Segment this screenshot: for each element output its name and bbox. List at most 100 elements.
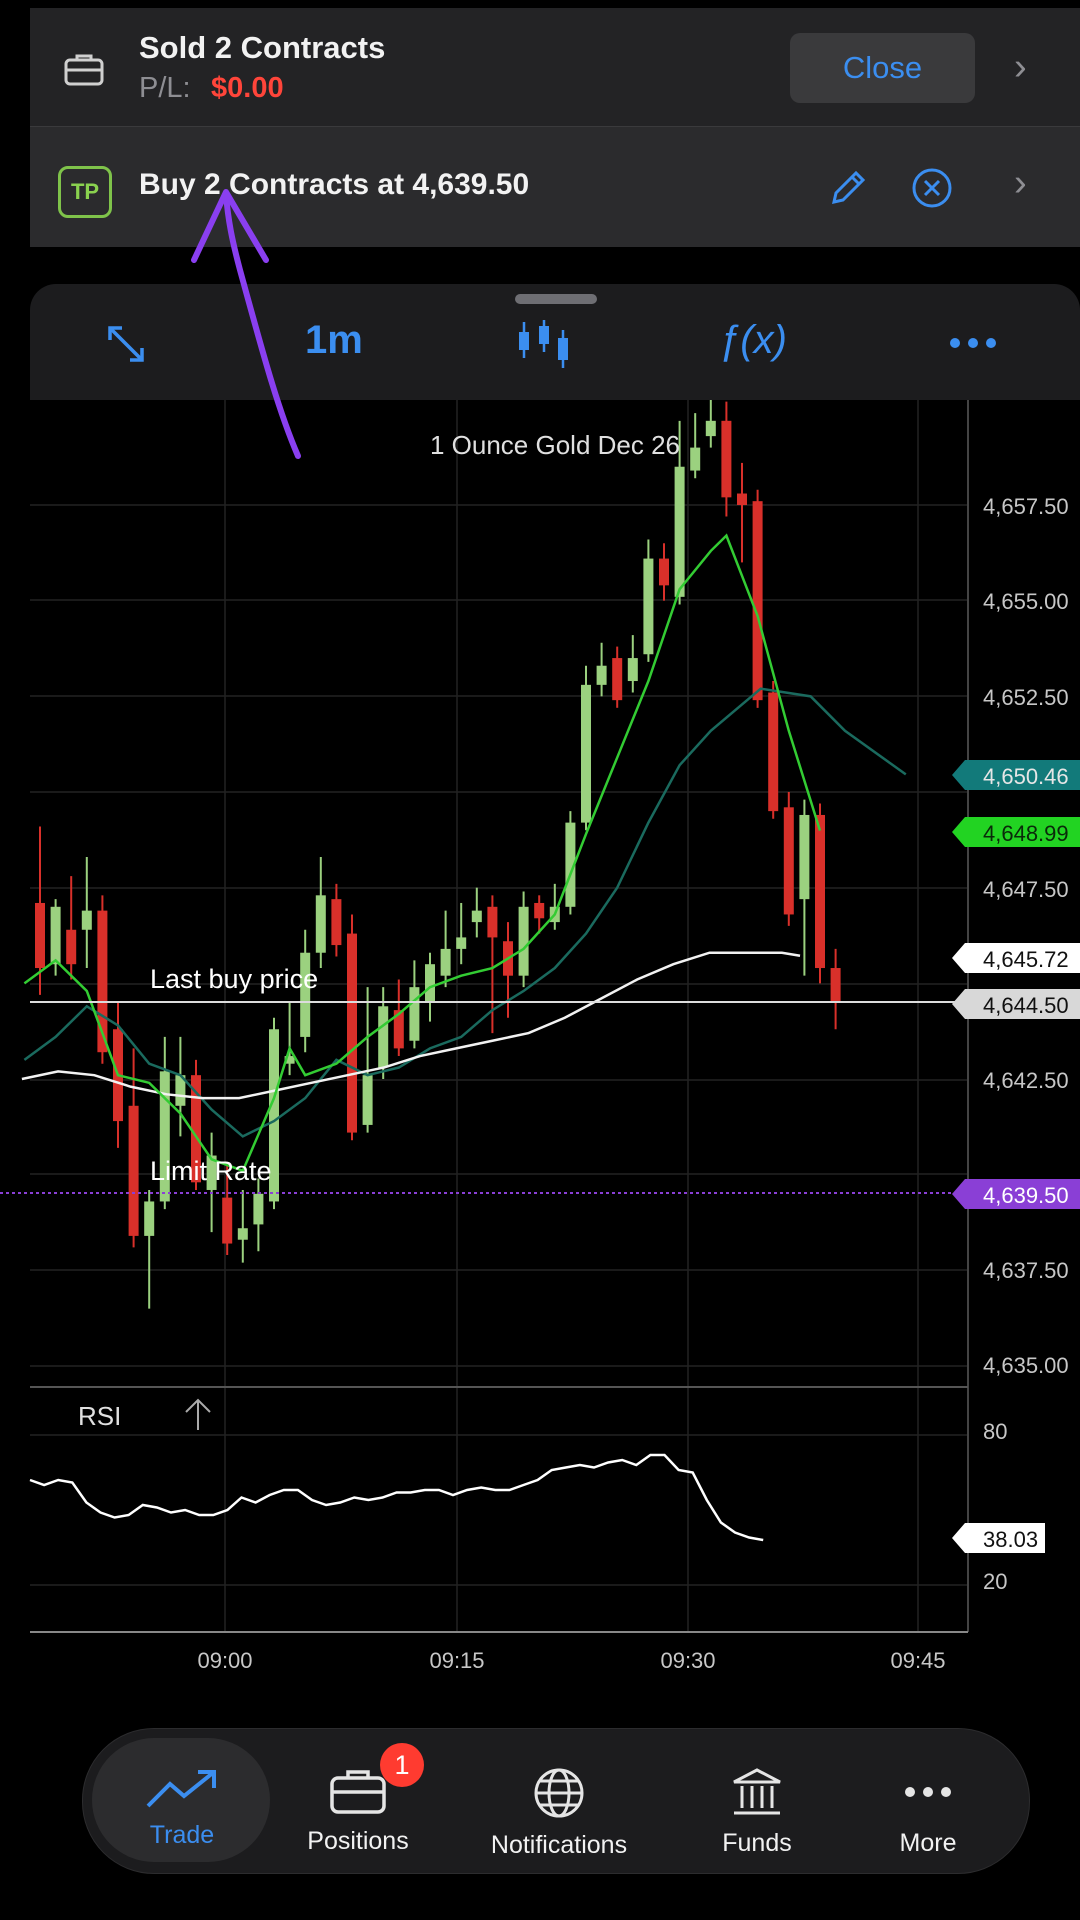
- more-options-icon[interactable]: [948, 334, 998, 352]
- last-buy-label: Last buy price: [150, 964, 318, 994]
- candle-body: [35, 902, 45, 969]
- arrow-up-icon[interactable]: [185, 1398, 211, 1430]
- candle-body: [721, 420, 732, 498]
- candle-body: [222, 1197, 233, 1244]
- rsi-tick: 80: [983, 1419, 1007, 1444]
- briefcase-icon: [64, 54, 104, 86]
- chart-title: 1 Ounce Gold Dec 26: [430, 430, 680, 460]
- nav-item-notifications[interactable]: Notifications: [469, 1766, 649, 1860]
- close-position-button[interactable]: Close: [790, 33, 975, 103]
- price-tick: 4,637.50: [983, 1258, 1069, 1283]
- time-tick: 09:15: [429, 1648, 484, 1673]
- candle-body: [378, 1006, 389, 1068]
- candle-body: [440, 948, 451, 976]
- price-tick: 4,635.00: [983, 1353, 1069, 1378]
- pl-label: P/L:: [139, 72, 191, 104]
- candle-body: [830, 968, 841, 1003]
- limit-rate-label: Limit Rate: [150, 1156, 272, 1186]
- candle-body: [456, 937, 467, 949]
- candle-body: [128, 1105, 139, 1236]
- candle-body: [81, 910, 92, 930]
- candle-body: [596, 665, 607, 685]
- nav-item-funds[interactable]: Funds: [667, 1766, 847, 1858]
- candle-body: [362, 1075, 373, 1125]
- ma-green-line: [23, 533, 822, 1173]
- last-buy-value: 4,644.50: [983, 993, 1069, 1018]
- white-ma-value: 4,645.72: [983, 947, 1069, 972]
- candle-body: [752, 501, 763, 701]
- candle-body: [66, 929, 77, 965]
- time-tick: 09:30: [660, 1648, 715, 1673]
- teal-ma-value: 4,650.46: [983, 764, 1069, 789]
- annotation-arrow: [191, 189, 301, 459]
- price-tick: 4,647.50: [983, 877, 1069, 902]
- candle-body: [799, 814, 810, 900]
- trend-icon: [146, 1770, 216, 1808]
- nav-label: More: [899, 1829, 957, 1857]
- candle-body: [581, 684, 591, 823]
- pl-value: $0.00: [211, 72, 284, 104]
- candle-body: [331, 899, 342, 946]
- candle-body: [487, 906, 498, 938]
- expand-icon[interactable]: [104, 322, 148, 366]
- candle-body: [425, 964, 435, 1003]
- candle-body: [659, 558, 669, 586]
- candle-body: [643, 558, 654, 655]
- rsi-tick: 20: [983, 1569, 1007, 1594]
- candle-body: [409, 987, 420, 1041]
- moving-averages: [21, 533, 907, 1173]
- candle-body: [253, 1193, 264, 1225]
- time-tick: 09:45: [890, 1648, 945, 1673]
- nav-item-positions[interactable]: Positions: [268, 1766, 448, 1856]
- candle-body: [518, 906, 529, 976]
- nav-item-more[interactable]: More: [838, 1766, 1018, 1858]
- candle-body: [315, 895, 326, 953]
- chevron-right-icon[interactable]: ›: [1014, 46, 1027, 89]
- candle-body: [783, 807, 794, 915]
- price-chart[interactable]: 1 Ounce Gold Dec 26 Last buy price Limit…: [0, 400, 1080, 1700]
- price-tick: 4,652.50: [983, 685, 1069, 710]
- candle-body: [144, 1201, 155, 1236]
- briefcase-icon: [330, 1770, 386, 1814]
- candlestick-icon[interactable]: [516, 318, 572, 370]
- candle-body: [705, 420, 716, 437]
- rsi-label: RSI: [78, 1401, 121, 1431]
- nav-label: Funds: [722, 1829, 792, 1857]
- price-tick: 4,657.50: [983, 494, 1069, 519]
- rsi-value: 38.03: [983, 1527, 1038, 1552]
- position-title: Sold 2 Contracts: [139, 30, 386, 65]
- candle-body: [737, 493, 747, 505]
- candle-body: [674, 466, 685, 597]
- candle-body: [471, 910, 482, 923]
- cancel-order-icon[interactable]: [910, 166, 954, 210]
- candle-body: [50, 906, 61, 965]
- nav-label: Positions: [307, 1827, 409, 1855]
- nav-label: Notifications: [490, 1831, 628, 1859]
- candle-body: [534, 902, 545, 919]
- time-tick: 09:00: [197, 1648, 252, 1673]
- green-ma-value: 4,648.99: [983, 821, 1069, 846]
- limit-rate-value: 4,639.50: [983, 1183, 1069, 1208]
- candle-body: [612, 658, 623, 701]
- chart-grid: [30, 400, 969, 1632]
- candle-body: [347, 933, 357, 1133]
- candle-body: [768, 692, 779, 812]
- tp-badge: TP: [58, 166, 112, 218]
- indicators-button[interactable]: ƒ(x): [718, 318, 787, 363]
- edit-order-icon[interactable]: [826, 166, 870, 210]
- chevron-right-icon[interactable]: ›: [1014, 162, 1027, 205]
- candle-body: [237, 1228, 248, 1240]
- price-tick: 4,655.00: [983, 589, 1069, 614]
- positions-count-badge: 1: [380, 1743, 424, 1787]
- drag-handle[interactable]: [515, 294, 597, 304]
- rsi-line: [29, 1453, 764, 1542]
- candle-body: [690, 447, 701, 471]
- more-icon: [905, 1787, 951, 1797]
- candle-body: [627, 658, 638, 682]
- candle-body: [815, 814, 825, 969]
- globe-icon: [534, 1768, 584, 1818]
- bank-icon: [733, 1768, 781, 1815]
- price-tick: 4,642.50: [983, 1068, 1069, 1093]
- nav-label: Trade: [149, 1821, 215, 1849]
- nav-item-trade[interactable]: Trade: [92, 1766, 272, 1850]
